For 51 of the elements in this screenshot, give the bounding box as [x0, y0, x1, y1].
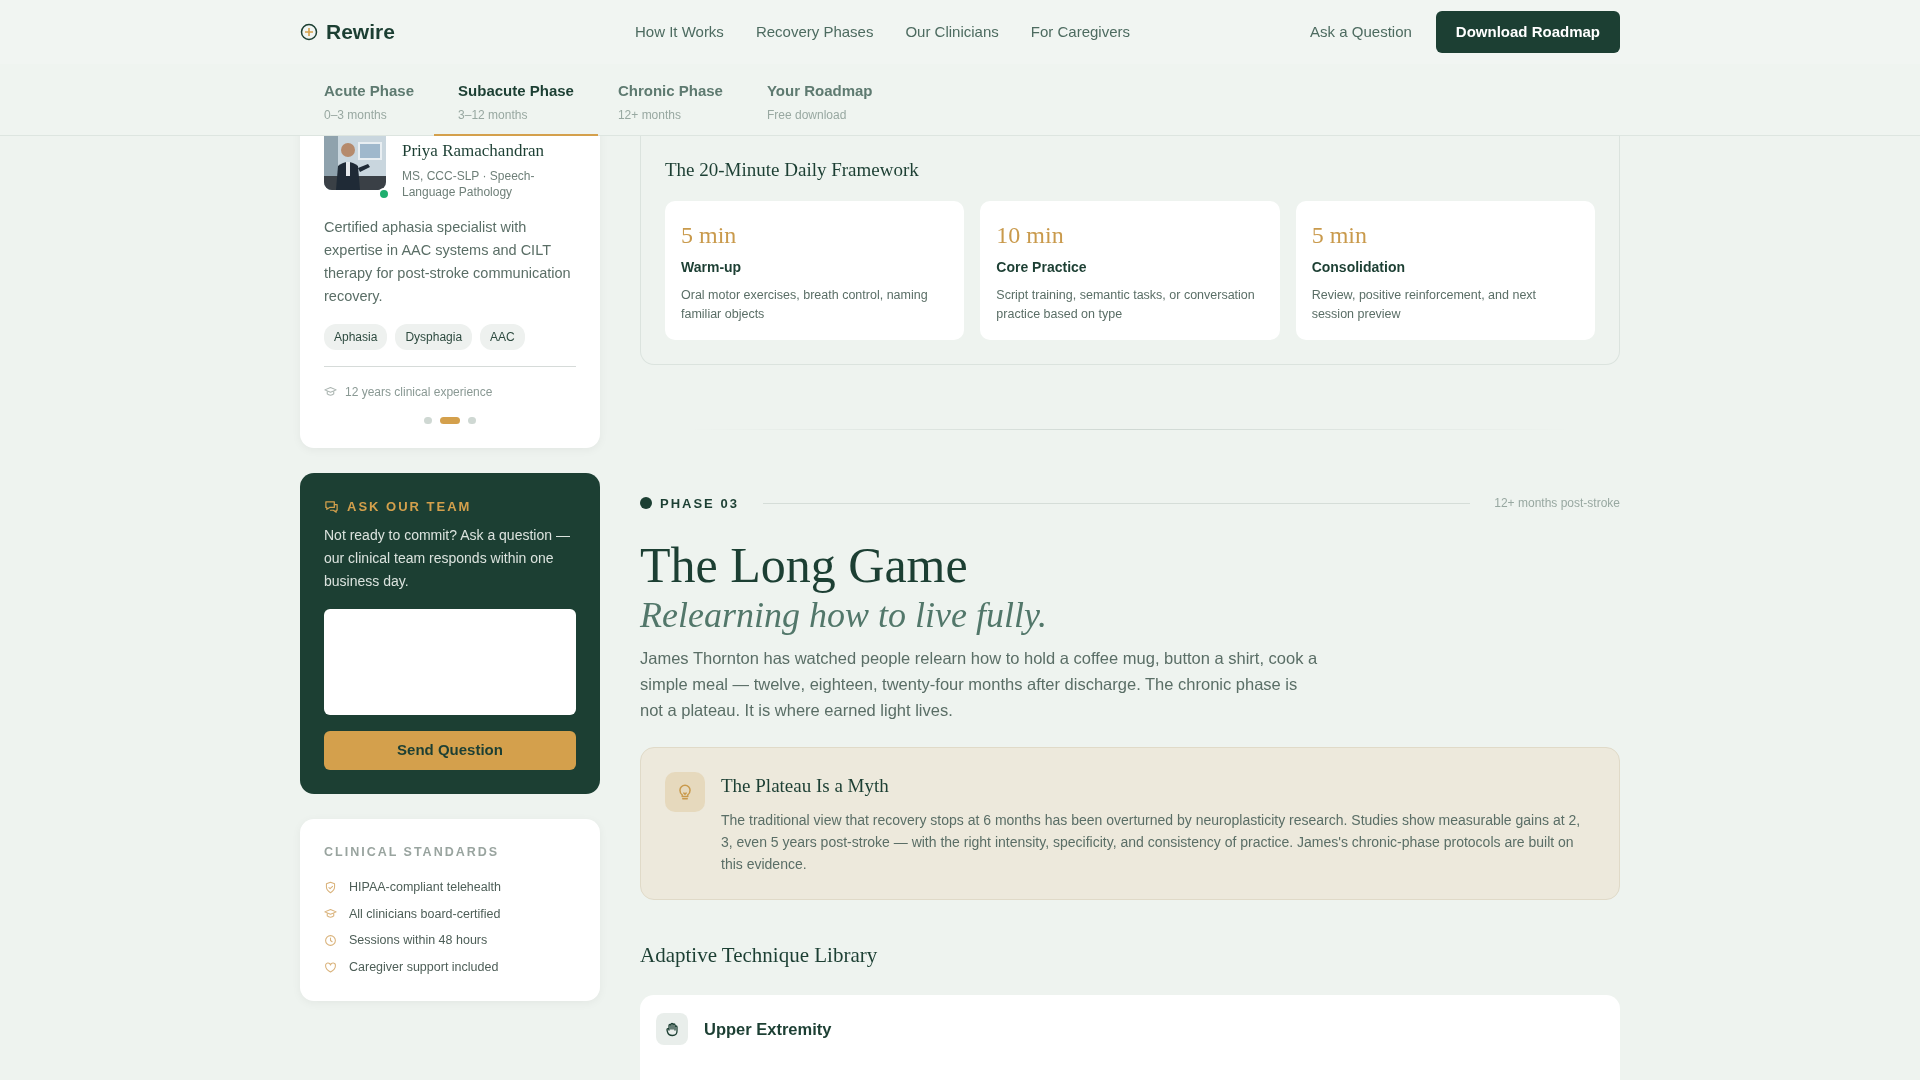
- step-description: Review, positive reinforcement, and next session preview: [1311, 286, 1538, 323]
- ask-question-link[interactable]: Ask a Question: [1310, 20, 1412, 44]
- clinician-name: Priya Ramachandran: [402, 140, 546, 162]
- step-duration: 5 min: [681, 220, 738, 250]
- standard-item: Caregiver support included: [349, 959, 499, 976]
- ask-team-text: Not ready to commit? Ask a question — our clinical team responds within one business day.: [324, 526, 571, 591]
- heart-icon: [324, 960, 337, 974]
- clock-icon: [324, 934, 337, 948]
- download-roadmap-button[interactable]: Download Roadmap: [1435, 10, 1620, 54]
- step-description: Oral motor exercises, breath control, naming familiar objects: [681, 286, 929, 323]
- step-title: Warm-up: [681, 257, 743, 277]
- brand-name[interactable]: Rewire: [326, 16, 395, 48]
- graduation-cap-icon: [324, 385, 337, 398]
- lightbulb-icon: [676, 783, 694, 801]
- graduation-cap-icon: [324, 907, 337, 921]
- nav-link[interactable]: Our Clinicians: [905, 20, 999, 44]
- step-title: Consolidation: [1311, 257, 1406, 277]
- nav-link[interactable]: Recovery Phases: [755, 20, 874, 44]
- shield-check-icon: [324, 880, 337, 894]
- phase-timing: 12+ months post-stroke: [1494, 495, 1620, 513]
- clinician-bio: Certified aphasia specialist with expertise in AAC systems and CILT therapy for post-stroke communication recovery.: [324, 217, 572, 306]
- framework-heading: The 20-Minute Daily Framework: [665, 158, 920, 182]
- standard-item: HIPAA-compliant telehealth: [349, 878, 501, 896]
- library-item-title[interactable]: Upper Extremity: [704, 1017, 832, 1042]
- library-heading: Adaptive Technique Library: [640, 941, 879, 969]
- standard-item: All clinicians board-certified: [349, 905, 501, 923]
- logo-icon: [300, 23, 318, 41]
- clinician-credentials: MS, CCC-SLP · Speech-Language Pathology: [402, 167, 536, 200]
- chat-bubbles-icon: [324, 498, 339, 514]
- phase-intro: James Thornton has watched people relearn how to hold a coffee mug, button a shirt, cook a simple meal — twelve, eighteen, twenty-four months after discharge. The chronic phase is not a plateau. It is where earned light lives.: [640, 648, 1319, 721]
- standard-item: Sessions within 48 hours: [349, 932, 488, 950]
- standards-heading: CLINICAL STANDARDS: [324, 844, 501, 861]
- callout-text: The traditional view that recovery stops at 6 months has been overturned by neuroplasticity research. Studies show measurable gains at 2, 3, even 5 years post-stroke — with the right intensity, specificity, and consistency of practice. James's chronic-phase protocols are built on this evidence.: [721, 810, 1582, 874]
- send-question-button[interactable]: Send Question: [324, 731, 576, 770]
- phase-dot: [640, 497, 652, 510]
- nav-link[interactable]: How It Works: [634, 20, 724, 44]
- specialty-tag: Dysphagia: [395, 323, 473, 350]
- step-title: Core Practice: [996, 257, 1088, 277]
- experience-text: 12 years clinical experience: [345, 383, 493, 401]
- step-description: Script training, semantic tasks, or conversation practice based on type: [996, 286, 1256, 323]
- phase-number: PHASE 03: [660, 494, 739, 513]
- ask-team-heading: ASK OUR TEAM: [347, 497, 472, 516]
- step-duration: 10 min: [996, 220, 1065, 250]
- nav-link[interactable]: For Caregivers: [1030, 20, 1130, 44]
- specialty-tag: AAC: [480, 323, 525, 350]
- phase-title: The Long Game: [640, 537, 969, 593]
- question-input-field[interactable]: [324, 609, 576, 715]
- phase-subtitle: Relearning how to live fully.: [640, 594, 1048, 637]
- callout-title: The Plateau Is a Myth: [721, 774, 890, 798]
- specialty-tag: Aphasia: [324, 323, 388, 350]
- step-duration: 5 min: [1311, 220, 1368, 250]
